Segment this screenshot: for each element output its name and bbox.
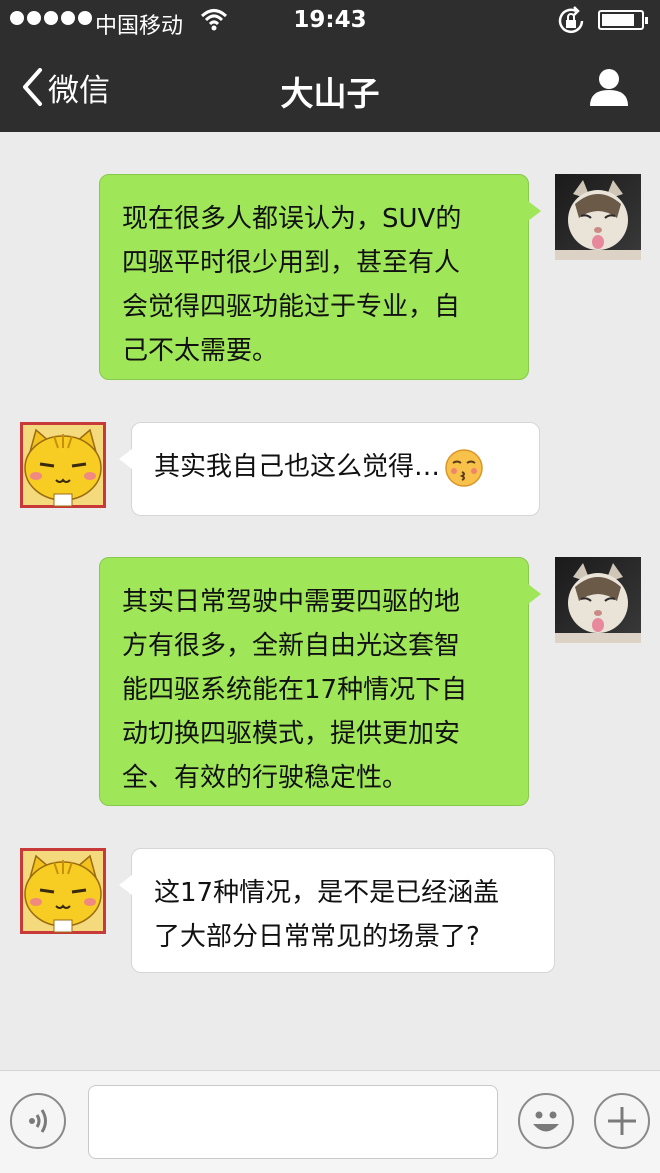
battery-icon [598, 10, 648, 30]
message-text-line: 四驱平时很少用到，甚至有人 [122, 248, 461, 278]
contact-avatar[interactable] [20, 848, 106, 934]
profile-icon[interactable] [588, 66, 630, 108]
chat-input-bar [0, 1070, 660, 1173]
status-bar: 中国移动 19:43 [0, 0, 660, 42]
message-bubble-received[interactable]: 这17种情况，是不是已经涵盖 了大部分日常常见的场景了? [119, 848, 555, 973]
message-text: 其实我自己也这么觉得… [154, 452, 441, 482]
voice-icon [29, 1109, 47, 1133]
message-text-line: 会觉得四驱功能过于专业，自 [122, 292, 461, 322]
kissing-face-emoji-icon [445, 448, 483, 487]
chat-title: 大山子 [280, 74, 380, 113]
message-text-line: 全、有效的行驶稳定性。 [122, 763, 409, 793]
message-text-line: 了大部分日常常见的场景了? [154, 922, 480, 952]
emoji-button[interactable] [518, 1093, 574, 1149]
message-bubble-sent[interactable]: 其实日常驾驶中需要四驱的地 方有很多，全新自由光这套智 能四驱系统能在17种情况… [99, 557, 541, 806]
contact-avatar[interactable] [20, 422, 106, 508]
voice-button[interactable] [10, 1093, 66, 1149]
message-text-line: 其实我自己也这么觉得… [154, 445, 517, 489]
rotation-lock-icon [558, 6, 584, 34]
message-text-line: 其实日常驾驶中需要四驱的地 [122, 587, 461, 617]
message-text-line: 现在很多人都误认为，SUV的 [122, 204, 462, 234]
my-avatar[interactable] [555, 557, 641, 643]
message-text-line: 己不太需要。 [122, 336, 279, 366]
message-bubble-sent[interactable]: 现在很多人都误认为，SUV的 四驱平时很少用到，甚至有人 会觉得四驱功能过于专业… [99, 174, 541, 380]
message-input[interactable] [88, 1085, 498, 1159]
message-text-line: 能四驱系统能在17种情况下自 [122, 675, 468, 705]
my-avatar[interactable] [555, 174, 641, 260]
emoji-icon [533, 1111, 559, 1132]
plus-icon [608, 1107, 636, 1135]
nav-bar: 微信 大山子 [0, 42, 660, 132]
message-text-line: 动切换四驱模式，提供更加安 [122, 719, 461, 749]
message-text-line: 方有很多，全新自由光这套智 [122, 631, 461, 661]
more-button[interactable] [594, 1093, 650, 1149]
message-bubble-received[interactable]: 其实我自己也这么觉得… [119, 422, 540, 516]
message-text-line: 这17种情况，是不是已经涵盖 [154, 878, 500, 908]
